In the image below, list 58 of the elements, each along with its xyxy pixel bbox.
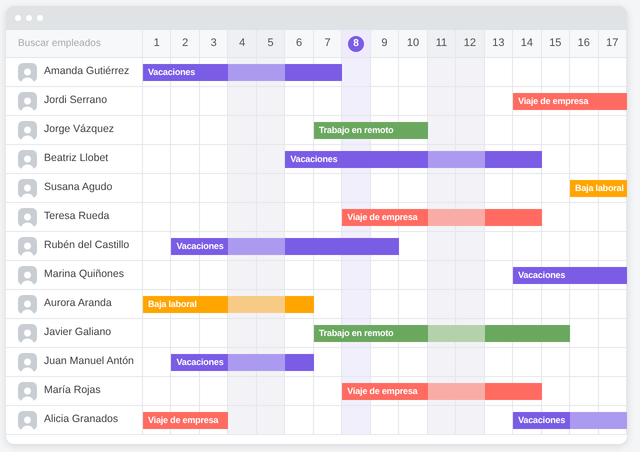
day-header: 12 — [456, 30, 485, 58]
day-header: 4 — [228, 30, 257, 58]
avatar-icon — [18, 120, 37, 140]
employee-name: Jordi Serrano — [44, 93, 108, 108]
avatar-icon — [18, 382, 37, 400]
absence-label: Vacaciones — [176, 240, 224, 253]
absence-label: Viaje de empresa — [148, 414, 218, 427]
avatar-icon — [18, 266, 37, 284]
day-header: 17 — [598, 30, 627, 58]
employee-name: Amanda Gutiérrez — [44, 64, 130, 80]
day-header: 5 — [256, 30, 286, 58]
avatar-icon — [18, 294, 37, 314]
avatar-icon — [18, 324, 37, 342]
absence-label: Vacaciones — [518, 414, 566, 427]
employee-name: Aurora Aranda — [44, 296, 112, 312]
search-field[interactable]: Buscar empleados — [6, 30, 143, 58]
absence-label: Trabajo en remoto — [318, 124, 394, 137]
employee-name: Beatriz Llobet — [44, 151, 108, 166]
day-header: 15 — [542, 30, 570, 58]
day-header: 9 — [370, 30, 400, 58]
employee-name: Susana Agudo — [44, 180, 112, 196]
avatar-icon — [18, 410, 37, 430]
absence-label: Trabajo en remoto — [318, 326, 394, 340]
employee-name: Teresa Rueda — [44, 209, 110, 224]
today-day-number: 8 — [348, 36, 364, 52]
day-header: 1 — [143, 30, 172, 58]
absence-label: Viaje de empresa — [347, 384, 418, 398]
employee-name: Juan Manuel Antón — [44, 354, 134, 370]
avatar-icon — [18, 178, 37, 198]
absence-label: Vacaciones — [176, 356, 224, 369]
employee-name: Rubén del Castillo — [44, 238, 130, 254]
window-dot-icon — [26, 15, 32, 21]
absence-label: Viaje de empresa — [347, 210, 418, 224]
absence-label: Baja laboral — [575, 182, 624, 195]
window-dot-icon — [15, 15, 21, 21]
day-header: 6 — [285, 30, 314, 58]
avatar-icon — [18, 92, 37, 110]
absence-label: Vacaciones — [518, 268, 566, 282]
day-header: 14 — [513, 30, 542, 58]
avatar-icon — [18, 208, 37, 226]
day-header: 16 — [570, 30, 599, 58]
employee-name: Marina Quiñones — [44, 267, 124, 282]
day-header: 2 — [171, 30, 200, 58]
avatar-icon — [18, 236, 37, 256]
day-header: 11 — [428, 30, 456, 58]
absence-label: Vacaciones — [148, 66, 196, 79]
employee-name: Alicia Granados — [44, 412, 118, 428]
window-dot-icon — [37, 15, 43, 21]
employee-name: Jorge Vázquez — [44, 122, 114, 138]
employee-name: María Rojas — [44, 383, 101, 398]
employee-name: Javier Galiano — [44, 325, 112, 340]
avatar-icon — [18, 62, 37, 82]
day-header: 13 — [484, 30, 514, 58]
absence-label: Baja laboral — [148, 298, 197, 311]
absence-label: Vacaciones — [290, 152, 338, 166]
absence-label: Viaje de empresa — [518, 94, 588, 108]
avatar-icon — [18, 352, 37, 372]
avatar-icon — [18, 150, 37, 168]
